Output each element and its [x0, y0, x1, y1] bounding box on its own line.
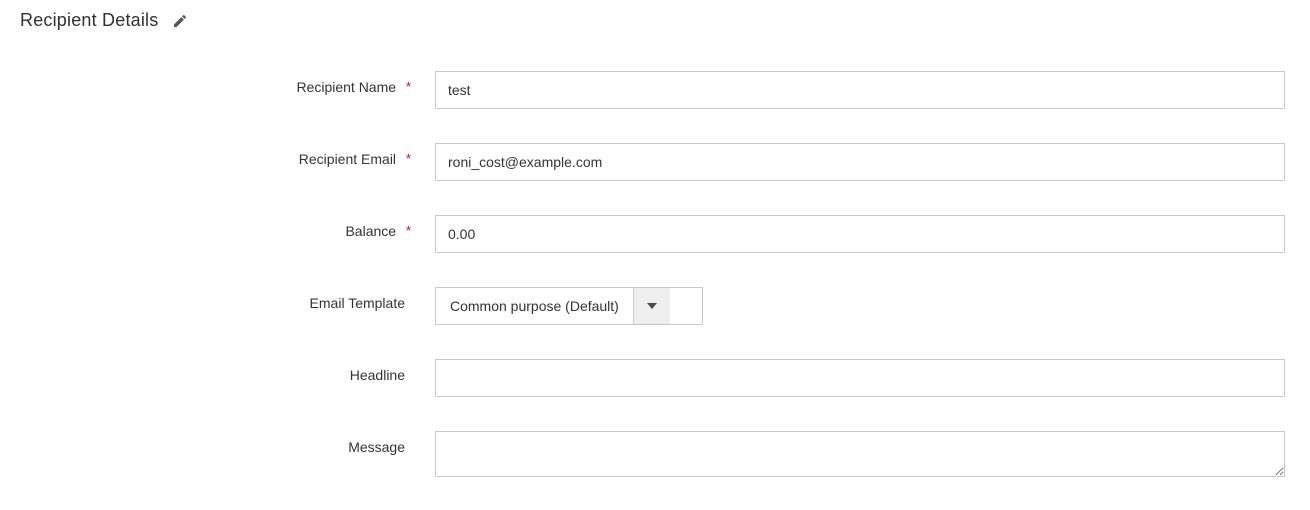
control-wrap [435, 359, 1285, 397]
label-recipient-name: Recipient Name * [20, 71, 435, 95]
label-message: Message [20, 431, 435, 455]
control-wrap [435, 71, 1285, 109]
label-text: Recipient Email [299, 151, 396, 167]
required-asterisk: * [406, 151, 411, 166]
row-balance: Balance * [20, 215, 1290, 253]
label-recipient-email: Recipient Email * [20, 143, 435, 167]
label-headline: Headline [20, 359, 435, 383]
row-recipient-email: Recipient Email * [20, 143, 1290, 181]
required-asterisk: * [406, 223, 411, 238]
headline-input[interactable] [435, 359, 1285, 397]
recipient-name-input[interactable] [435, 71, 1285, 109]
control-wrap [435, 431, 1285, 480]
section-header: Recipient Details [20, 10, 1290, 31]
edit-icon[interactable] [172, 13, 188, 29]
label-email-template: Email Template [20, 287, 435, 311]
label-text: Balance [345, 223, 396, 239]
label-text: Message [348, 439, 405, 455]
required-asterisk: * [406, 79, 411, 94]
recipient-details-section: Recipient Details Recipient Name * Recip… [0, 0, 1310, 510]
message-textarea[interactable] [435, 431, 1285, 477]
label-text: Recipient Name [296, 79, 396, 95]
select-value: Common purpose (Default) [436, 288, 633, 324]
balance-input[interactable] [435, 215, 1285, 253]
row-message: Message [20, 431, 1290, 480]
chevron-down-icon [647, 303, 657, 309]
select-dropdown-button[interactable] [633, 288, 670, 324]
row-email-template: Email Template Common purpose (Default) [20, 287, 1290, 325]
control-wrap [435, 143, 1285, 181]
email-template-select[interactable]: Common purpose (Default) [435, 287, 703, 325]
section-title: Recipient Details [20, 10, 158, 31]
row-recipient-name: Recipient Name * [20, 71, 1290, 109]
row-headline: Headline [20, 359, 1290, 397]
control-wrap: Common purpose (Default) [435, 287, 1285, 325]
recipient-email-input[interactable] [435, 143, 1285, 181]
label-text: Headline [350, 367, 405, 383]
label-balance: Balance * [20, 215, 435, 239]
control-wrap [435, 215, 1285, 253]
label-text: Email Template [310, 295, 405, 311]
